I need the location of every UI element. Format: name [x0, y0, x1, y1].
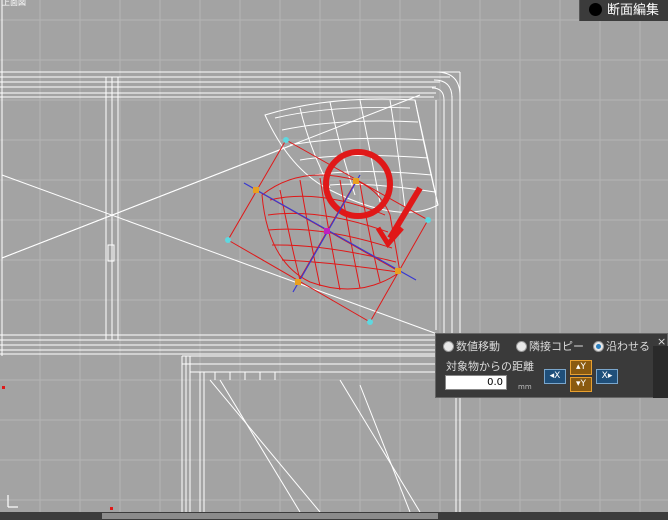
radio-icon[interactable] — [443, 340, 454, 352]
option-conform[interactable]: 沿わせる — [593, 339, 650, 353]
nudge-x-plus-button[interactable]: X▸ — [596, 369, 618, 384]
mode-label: 断面編集 — [607, 3, 660, 18]
control-point[interactable] — [295, 279, 301, 285]
option-numeric-move[interactable]: 数値移動 — [443, 339, 500, 353]
scrollbar-thumb[interactable] — [102, 513, 438, 519]
corner-handle[interactable] — [425, 217, 431, 223]
frame-wireframe — [0, 0, 461, 513]
distance-input[interactable]: 0.0 — [445, 375, 507, 390]
option-label: 隣接コピー — [529, 340, 584, 353]
center-point[interactable] — [324, 228, 330, 234]
edge-markers — [2, 386, 113, 510]
radio-icon[interactable] — [516, 340, 527, 352]
control-point[interactable] — [353, 178, 359, 184]
record-dot-icon — [589, 3, 602, 16]
distance-label: 対象物からの距離 — [446, 360, 534, 373]
nudge-y-plus-button[interactable]: ▴Y — [570, 360, 592, 375]
radio-selected-icon[interactable] — [593, 340, 604, 352]
control-point[interactable] — [395, 268, 401, 274]
move-options-panel: 数値移動 隣接コピー 沿わせる × 対象物からの距離 0.0 mm ◂X ▴Y … — [435, 333, 668, 398]
panel-side-strip — [653, 346, 668, 398]
wireframe-scene[interactable] — [0, 0, 668, 520]
option-adjacent-copy[interactable]: 隣接コピー — [516, 339, 584, 353]
option-label: 沿わせる — [606, 340, 650, 353]
3d-viewport[interactable]: 上面図 — [0, 0, 668, 520]
corner-handle[interactable] — [367, 319, 373, 325]
axis-indicator-icon — [7, 495, 18, 508]
mode-indicator: 断面編集 — [579, 0, 668, 21]
view-name-label: 上面図 — [2, 0, 26, 7]
nudge-y-minus-button[interactable]: ▾Y — [570, 377, 592, 392]
option-label: 数値移動 — [456, 340, 500, 353]
horizontal-scrollbar[interactable] — [0, 512, 668, 520]
nudge-x-minus-button[interactable]: ◂X — [544, 369, 566, 384]
control-point[interactable] — [253, 187, 259, 193]
corner-handle[interactable] — [225, 237, 231, 243]
corner-handle[interactable] — [283, 137, 289, 143]
unit-label: mm — [518, 383, 532, 391]
